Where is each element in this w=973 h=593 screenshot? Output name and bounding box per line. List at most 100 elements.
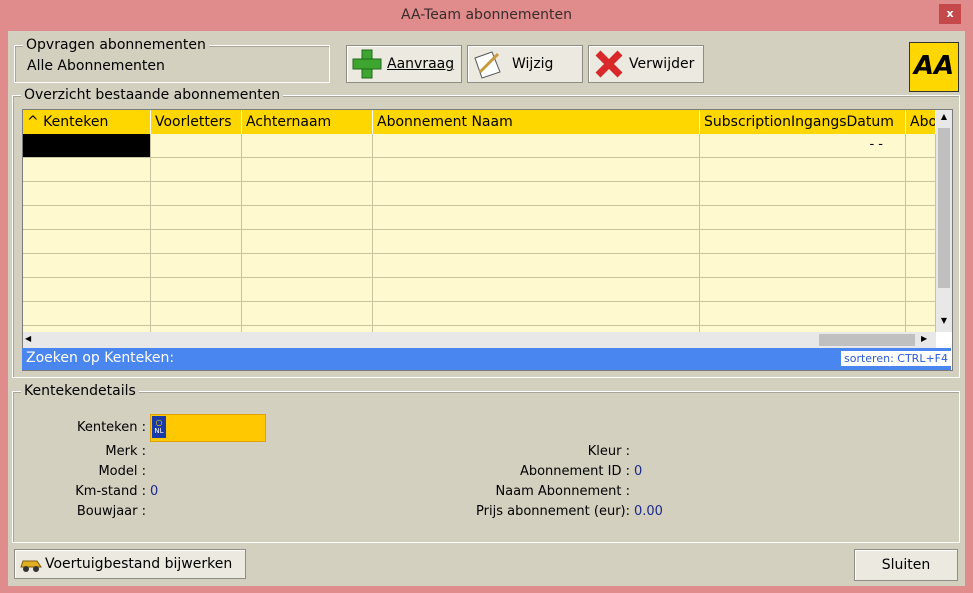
horizontal-scroll-track[interactable]: [41, 334, 817, 346]
edit-subscription-label: Wijzig: [512, 56, 554, 72]
add-subscription-button[interactable]: Aanvraag: [346, 45, 462, 83]
table-cell[interactable]: [242, 206, 373, 230]
search-bar[interactable]: Zoeken op Kenteken: sorteren: CTRL+F4: [22, 348, 951, 370]
column-header-voorletters[interactable]: Voorletters: [151, 110, 242, 134]
table-cell[interactable]: [700, 182, 906, 206]
scroll-down-icon[interactable]: ▼: [938, 316, 950, 328]
table-row[interactable]: [23, 254, 936, 278]
table-cell[interactable]: [23, 182, 151, 206]
table-cell[interactable]: [23, 134, 151, 158]
table-row[interactable]: [23, 230, 936, 254]
scroll-up-icon[interactable]: ▲: [938, 112, 950, 124]
column-header-ingangsdatum[interactable]: SubscriptionIngangsDatum: [700, 110, 906, 134]
table-cell[interactable]: [242, 302, 373, 326]
vertical-scrollbar[interactable]: ▲ ▼: [936, 110, 952, 332]
table-cell[interactable]: [373, 158, 700, 182]
aa-logo: AA: [909, 42, 959, 92]
column-header-kenteken[interactable]: ^ Kenteken: [23, 110, 151, 134]
table-cell[interactable]: [242, 254, 373, 278]
table-cell[interactable]: - -: [700, 134, 906, 158]
vertical-scroll-thumb[interactable]: [938, 128, 950, 288]
table-cell[interactable]: [23, 158, 151, 182]
sort-hint: sorteren: CTRL+F4: [840, 351, 951, 366]
details-legend: Kentekendetails: [21, 383, 139, 399]
column-header-achternaam[interactable]: Achternaam: [242, 110, 373, 134]
license-plate-field[interactable]: ○ NL: [150, 414, 266, 442]
table-row[interactable]: [23, 158, 936, 182]
kmstand-label: Km-stand :: [75, 484, 146, 499]
close-window-button[interactable]: x: [939, 4, 961, 24]
horizontal-scrollbar[interactable]: ◀ ▶: [23, 332, 936, 348]
abonnement-id-label: Abonnement ID :: [519, 464, 630, 479]
table-cell[interactable]: [242, 230, 373, 254]
table-cell[interactable]: [373, 302, 700, 326]
query-value[interactable]: Alle Abonnementen: [27, 58, 165, 74]
table-cell[interactable]: [700, 158, 906, 182]
table-cell[interactable]: [23, 302, 151, 326]
column-header-abo[interactable]: Abo: [906, 110, 936, 134]
table-row[interactable]: [23, 278, 936, 302]
horizontal-scroll-thumb[interactable]: [819, 334, 915, 346]
table-cell[interactable]: [373, 230, 700, 254]
table-cell[interactable]: [23, 206, 151, 230]
table-cell[interactable]: [906, 206, 936, 230]
table-cell[interactable]: [373, 278, 700, 302]
client-area: Opvragen abonnementen Alle Abonnementen …: [8, 31, 965, 586]
column-header-abonnement-naam[interactable]: Abonnement Naam: [373, 110, 700, 134]
table-cell[interactable]: [151, 278, 242, 302]
car-icon: [20, 560, 42, 572]
close-button[interactable]: Sluiten: [854, 549, 958, 581]
merk-label: Merk :: [105, 444, 146, 459]
scroll-right-icon[interactable]: ▶: [921, 334, 933, 346]
table-cell[interactable]: [151, 302, 242, 326]
kenteken-label: Kenteken :: [76, 420, 146, 435]
table-cell[interactable]: [373, 134, 700, 158]
table-cell[interactable]: [373, 254, 700, 278]
search-label: Zoeken op Kenteken:: [26, 350, 175, 366]
table-cell[interactable]: [906, 302, 936, 326]
table-cell[interactable]: [151, 206, 242, 230]
table-row[interactable]: [23, 302, 936, 326]
table-cell[interactable]: [700, 302, 906, 326]
table-cell[interactable]: [151, 158, 242, 182]
subscriptions-grid[interactable]: ^ Kenteken Voorletters Achternaam Abonne…: [22, 109, 953, 371]
update-vehicles-button[interactable]: Voertuigbestand bijwerken: [14, 549, 246, 579]
table-cell[interactable]: [700, 230, 906, 254]
table-cell[interactable]: [906, 182, 936, 206]
table-cell[interactable]: [151, 134, 242, 158]
table-cell[interactable]: [23, 278, 151, 302]
table-cell[interactable]: [242, 278, 373, 302]
table-cell[interactable]: [151, 182, 242, 206]
table-row[interactable]: - -: [23, 134, 936, 158]
table-cell[interactable]: [23, 254, 151, 278]
table-cell[interactable]: [700, 254, 906, 278]
table-cell[interactable]: [242, 182, 373, 206]
table-row[interactable]: [23, 182, 936, 206]
abonnement-id-value: 0: [634, 464, 643, 479]
delete-subscription-button[interactable]: Verwijder: [588, 45, 704, 83]
table-cell[interactable]: [906, 278, 936, 302]
table-row[interactable]: [23, 206, 936, 230]
table-cell[interactable]: [373, 182, 700, 206]
table-cell[interactable]: [700, 278, 906, 302]
table-cell[interactable]: [906, 158, 936, 182]
scroll-left-icon[interactable]: ◀: [25, 334, 37, 346]
table-cell[interactable]: [151, 254, 242, 278]
table-cell[interactable]: [242, 134, 373, 158]
prijs-label: Prijs abonnement (eur):: [476, 504, 630, 519]
table-cell[interactable]: [373, 206, 700, 230]
add-subscription-label: Aanvraag: [387, 56, 455, 72]
table-cell[interactable]: [906, 254, 936, 278]
title-bar[interactable]: AA-Team abonnementen x: [0, 0, 973, 30]
table-cell[interactable]: [700, 206, 906, 230]
plus-icon: [352, 49, 382, 79]
table-cell[interactable]: [151, 230, 242, 254]
table-cell[interactable]: [23, 230, 151, 254]
delete-x-icon: [595, 50, 623, 78]
edit-subscription-button[interactable]: Wijzig: [467, 45, 583, 83]
table-cell[interactable]: [906, 230, 936, 254]
table-cell[interactable]: [906, 134, 936, 158]
delete-subscription-label: Verwijder: [629, 56, 695, 72]
plate-country: NL: [154, 427, 164, 435]
table-cell[interactable]: [242, 158, 373, 182]
